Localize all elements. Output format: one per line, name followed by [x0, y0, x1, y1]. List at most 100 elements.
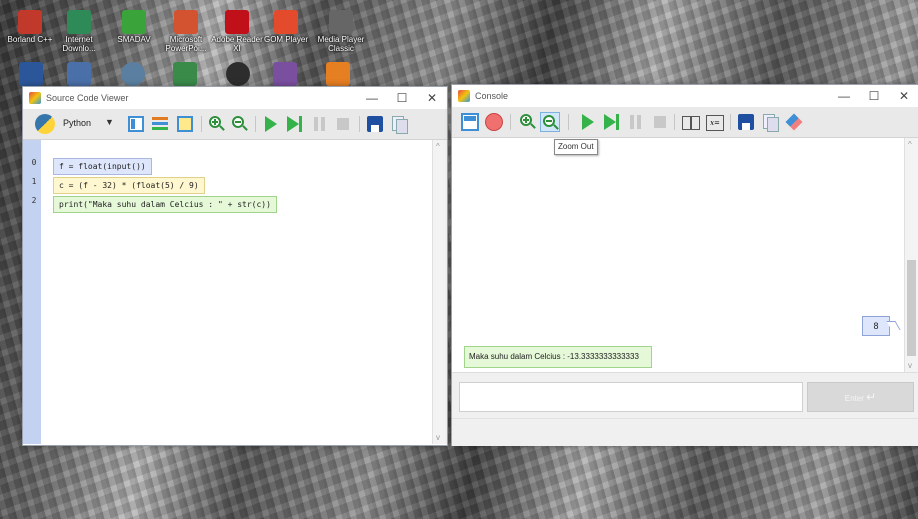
- tooltip-text: Zoom Out: [558, 142, 594, 151]
- close-button[interactable]: ✕: [889, 85, 918, 107]
- pause-icon[interactable]: [626, 112, 646, 132]
- toolbar-separator: [255, 116, 256, 132]
- code-line[interactable]: print("Maka suhu dalam Celcius : " + str…: [53, 196, 277, 213]
- console-toolbar: x=: [452, 107, 918, 138]
- toolbar-separator: [510, 114, 511, 130]
- borland-icon: [18, 10, 42, 34]
- powerpoint-icon: [174, 10, 198, 34]
- input-bubble-text: 8: [873, 321, 879, 331]
- layout-icon[interactable]: [460, 112, 480, 132]
- desktop-icon-borland[interactable]: Borland C++: [4, 10, 56, 44]
- output-bubble-text: Maka suhu dalam Celcius : -13.3333333333…: [469, 352, 639, 361]
- source-viewer-toolbar: Python ▼: [23, 109, 447, 140]
- frame-icon[interactable]: [175, 114, 195, 134]
- code-line[interactable]: f = float(input()): [53, 158, 152, 175]
- console-input[interactable]: [459, 382, 803, 412]
- media-player-classic-icon: [329, 10, 353, 34]
- minimize-button[interactable]: —: [357, 87, 387, 109]
- vlc-icon: [326, 62, 350, 86]
- source-viewer-window: Source Code Viewer — ☐ ✕ Python ▼ 0 1 2 …: [22, 86, 448, 446]
- language-label: Python: [63, 118, 92, 128]
- console-output[interactable]: 8 Maka suhu dalam Celcius : -13.33333333…: [452, 138, 904, 372]
- record-icon[interactable]: [484, 112, 504, 132]
- desktop-icon-label: Media Player Classic: [317, 35, 365, 53]
- desktop-icon-app6[interactable]: [272, 62, 298, 87]
- scroll-down-icon[interactable]: v: [436, 433, 440, 442]
- run-icon[interactable]: [261, 114, 281, 134]
- source-viewer-titlebar[interactable]: Source Code Viewer — ☐ ✕: [23, 87, 447, 109]
- enter-button[interactable]: Enter ↵: [807, 382, 914, 412]
- run-icon[interactable]: [578, 112, 598, 132]
- desktop-icon-excel[interactable]: [172, 62, 198, 87]
- copy-icon[interactable]: [760, 112, 780, 132]
- enter-arrow-icon: ↵: [866, 390, 877, 404]
- desktop-icon-devcpp[interactable]: [66, 62, 92, 87]
- app-logo-icon: [458, 90, 470, 102]
- stop-icon[interactable]: [650, 112, 670, 132]
- scroll-up-icon[interactable]: ^: [908, 140, 912, 149]
- desktop-icon-powerpoint[interactable]: Microsoft PowerPoi...: [160, 10, 212, 53]
- console-status-bar: [452, 418, 918, 446]
- copy-icon[interactable]: [389, 114, 409, 134]
- code-line[interactable]: c = (f - 32) * (float(5) / 9): [53, 177, 205, 194]
- variables-icon[interactable]: x=: [704, 112, 724, 132]
- chevron-down-icon: ▼: [105, 117, 114, 127]
- console-titlebar[interactable]: Console — ☐ ✕: [452, 85, 918, 107]
- desktop-icon-label: Adobe Reader XI: [211, 35, 263, 53]
- app-logo-icon: [29, 92, 41, 104]
- split-view-icon[interactable]: [680, 112, 700, 132]
- eraser-icon[interactable]: [784, 112, 804, 132]
- console-scrollbar[interactable]: ^ v: [904, 138, 918, 372]
- scroll-down-icon[interactable]: v: [908, 361, 912, 370]
- gom-player-icon: [274, 10, 298, 34]
- step-icon[interactable]: [285, 114, 305, 134]
- desktop-icon-smadav[interactable]: SMADAV: [108, 10, 160, 44]
- pause-icon[interactable]: [310, 114, 330, 134]
- code-area[interactable]: 0 1 2 f = float(input()) c = (f - 32) * …: [23, 140, 431, 444]
- lines-icon[interactable]: [150, 114, 170, 134]
- scroll-up-icon[interactable]: ^: [436, 142, 440, 151]
- desktop-icon-word[interactable]: [18, 62, 44, 87]
- desktop-icon-label: SMADAV: [117, 35, 151, 44]
- language-selector[interactable]: Python ▼: [33, 113, 119, 135]
- zoom-out-icon[interactable]: [540, 112, 560, 132]
- desktop-icon-app3[interactable]: [120, 62, 146, 87]
- toolbar-separator: [359, 116, 360, 132]
- desktop-icon-idm[interactable]: Internet Downlo...: [53, 10, 105, 53]
- desktop-icon-gom[interactable]: GOM Player: [258, 10, 314, 44]
- save-icon[interactable]: [736, 112, 756, 132]
- close-button[interactable]: ✕: [417, 87, 447, 109]
- desktop-icon-mpc[interactable]: Media Player Classic: [313, 10, 369, 53]
- minimize-button[interactable]: —: [829, 85, 859, 107]
- toolbar-separator: [674, 114, 675, 130]
- stop-icon[interactable]: [333, 114, 353, 134]
- excel-icon: [173, 62, 197, 86]
- line-number: 1: [31, 177, 37, 186]
- maximize-button[interactable]: ☐: [859, 85, 889, 107]
- step-icon[interactable]: [602, 112, 622, 132]
- line-number: 2: [31, 196, 37, 205]
- app-icon: [121, 62, 145, 86]
- scroll-thumb[interactable]: [907, 260, 916, 356]
- desktop-icon-label: Internet Downlo...: [62, 35, 96, 53]
- desktop-icon-adobe[interactable]: Adobe Reader XI: [211, 10, 263, 53]
- zoom-in-icon[interactable]: [207, 114, 227, 134]
- layout-icon[interactable]: [126, 114, 146, 134]
- toolbar-separator: [201, 116, 202, 132]
- zoom-out-icon[interactable]: [230, 114, 250, 134]
- desktop-icon-chrome[interactable]: [225, 62, 251, 87]
- desktop-icon-label: GOM Player: [263, 35, 308, 44]
- toolbar-separator: [730, 114, 731, 130]
- adobe-reader-icon: [225, 10, 249, 34]
- vertical-scrollbar[interactable]: ^ v: [432, 140, 447, 444]
- save-icon[interactable]: [365, 114, 385, 134]
- zoom-in-icon[interactable]: [518, 112, 538, 132]
- app-icon: [273, 62, 297, 86]
- maximize-button[interactable]: ☐: [387, 87, 417, 109]
- output-bubble: Maka suhu dalam Celcius : -13.3333333333…: [464, 346, 652, 368]
- app-icon: [226, 62, 250, 86]
- desktop-icon-label: Borland C++: [7, 35, 53, 44]
- desktop-icon-vlc[interactable]: [325, 62, 351, 87]
- console-input-bar: Enter ↵: [452, 372, 918, 419]
- idm-icon: [67, 10, 91, 34]
